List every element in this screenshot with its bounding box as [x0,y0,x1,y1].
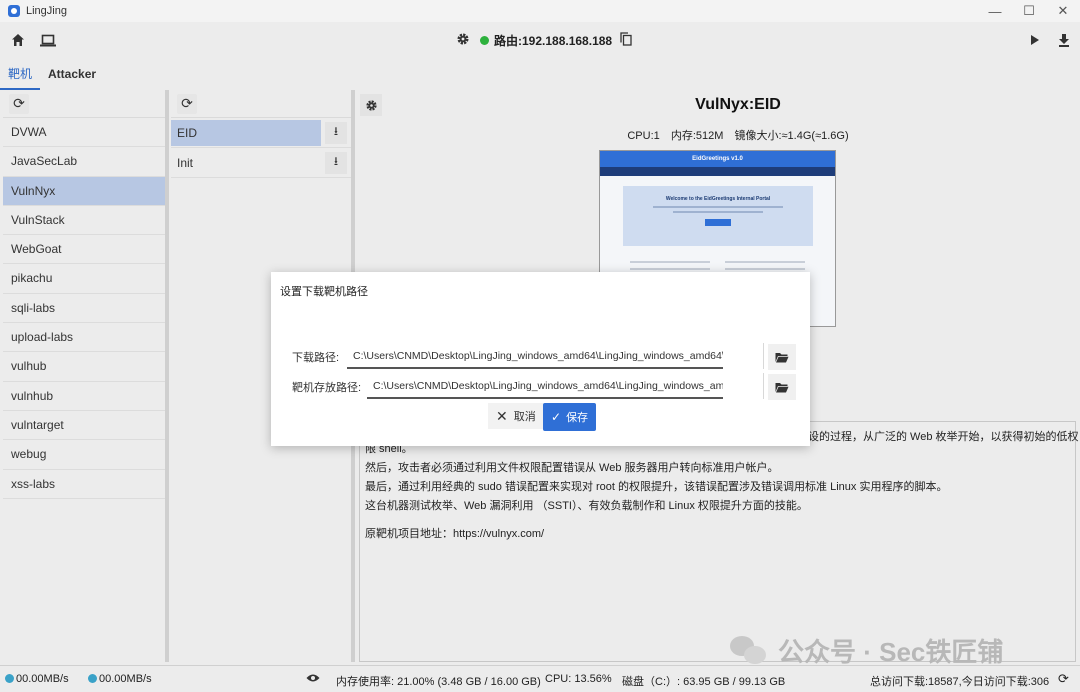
version-label: Init [177,155,194,170]
version-item[interactable]: Init ⭳ [171,148,351,178]
download-icon[interactable]: ⭳ [325,151,347,174]
visit-stats: 总访问下载:18587,今日访问下载:306 [870,676,1050,688]
title-bar: LingJing — ☐ ✕ [0,0,1080,22]
play-icon[interactable] [1026,31,1044,49]
project-url: 原靶机项目地址：https://vulnyx.com/ [365,528,545,540]
target-item[interactable]: JavaSecLab [3,147,165,177]
target-item[interactable]: pikachu [3,264,165,294]
download-path-input[interactable]: C:\Users\CNMD\Desktop\LingJing_windows_a… [347,345,723,369]
download-path-label: 下载路径: [292,352,340,364]
version-label: EID [171,119,321,146]
download-speed-icon [88,674,97,683]
save-button[interactable]: ✓ 保存 [543,403,597,431]
refresh-icon[interactable]: ⟳ [1058,671,1069,687]
tab-targets[interactable]: 靶机 [0,58,41,90]
description-line: 设的过程，从广泛的 Web 枚举开始，以获得初始的低权 [808,431,1079,443]
target-item[interactable]: upload-labs [3,323,165,353]
target-item[interactable]: xss-labs [3,470,165,499]
maximize-button[interactable]: ☐ [1012,0,1046,22]
gear-icon[interactable] [456,32,470,49]
download-path-row: 下载路径: C:\Users\CNMD\Desktop\LingJing_win… [271,343,810,370]
description-line: 然后，攻击者必须通过利用文件权限配置错误从 Web 服务器用户转向标准用户帐户。 [365,462,779,474]
target-list-panel: ⟳ DVWA JavaSecLab VulnNyx VulnStack WebGoat p… [3,90,165,662]
download-speed: 00.00MB/s [99,673,152,685]
status-dot-icon [480,35,489,45]
target-item[interactable]: webug [3,440,165,470]
target-list: DVWA JavaSecLab VulnNyx VulnStack WebGoat pik… [3,118,165,499]
close-icon: ✕ [496,407,508,424]
watermark-text: 公众号 · Sec铁匠铺 [778,637,1004,667]
folder-open-icon[interactable] [768,374,796,400]
version-item[interactable]: EID ⭳ [171,118,351,148]
target-item[interactable]: VulnStack [3,206,165,236]
target-item[interactable]: vulnhub [3,382,165,411]
cancel-button[interactable]: ✕ 取消 [488,403,544,429]
target-item[interactable]: vulhub [3,352,165,382]
toolbar: 路由:192.188.168.188 [0,22,1080,58]
target-item[interactable]: DVWA [3,118,165,148]
save-label: 保存 [566,412,589,424]
upload-icon [5,674,14,683]
eye-icon[interactable] [306,672,320,686]
preview-card-title: Welcome to the EidGreetings Internal Por… [665,196,771,202]
upload-speed: 00.00MB/s [16,673,69,685]
refresh-icon[interactable]: ⟳ [9,93,29,114]
folder-open-icon[interactable] [768,344,796,370]
app-logo-icon [8,5,20,17]
dialog-title: 设置下载靶机路径 [280,286,368,298]
preview-header: EidGreetings v1.0 [600,151,835,167]
download-icon[interactable] [1055,31,1073,49]
target-specs: CPU:1 内存:512M 镜像大小:≈1.4G(≈1.6G) [356,127,1080,143]
refresh-icon[interactable]: ⟳ [177,93,197,114]
status-bar: 00.00MB/s 00.00MB/s 内存使用率: 21.00% (3.48 … [0,665,1080,692]
storage-path-input[interactable]: C:\Users\CNMD\Desktop\LingJing_windows_a… [367,375,723,399]
tab-attacker[interactable]: Attacker [40,58,104,90]
description-line: 这台机器测试枚举、Web 漏洞利用 （SSTI）、有效负载制作和 Linux 权… [365,500,808,512]
main-tabs: 靶机 Attacker [0,58,1080,90]
home-icon[interactable] [9,31,27,49]
image-size-spec: 镜像大小:≈1.4G(≈1.6G) [734,130,849,142]
minimize-button[interactable]: — [978,0,1012,22]
app-title: LingJing [26,5,67,17]
target-title: VulNyx:EID [695,96,781,113]
route-indicator: 路由:192.188.168.188 [456,30,632,50]
download-icon[interactable]: ⭳ [325,121,347,144]
close-button[interactable]: ✕ [1046,0,1080,22]
storage-path-row: 靶机存放路径: C:\Users\CNMD\Desktop\LingJing_w… [271,373,810,400]
cpu-spec: CPU:1 [627,130,660,142]
watermark: 公众号 · Sec铁匠铺 [730,632,1003,669]
laptop-icon[interactable] [39,31,57,49]
target-description: 限 shell。 然后，攻击者必须通过利用文件权限配置错误从 Web 服务器用户… [359,421,1076,662]
description-line: 最后，通过利用经典的 sudo 错误配置来实现对 root 的权限提升，该错误配… [365,481,948,493]
target-item[interactable]: vulntarget [3,411,165,441]
memory-usage: 内存使用率: 21.00% (3.48 GB / 16.00 GB) [336,676,541,688]
cpu-usage: CPU: 13.56% [545,673,612,685]
disk-usage: 磁盘（C:）: 63.95 GB / 99.13 GB [622,676,786,688]
storage-path-label: 靶机存放路径: [292,382,362,394]
memory-spec: 内存:512M [670,130,724,142]
splitter[interactable] [165,90,169,662]
cancel-label: 取消 [513,411,536,423]
window-controls: — ☐ ✕ [978,0,1080,22]
wechat-icon [730,635,768,666]
target-item[interactable]: VulnNyx [3,176,165,206]
download-path-dialog: 设置下载靶机路径 下载路径: C:\Users\CNMD\Desktop\Lin… [271,272,810,446]
target-item[interactable]: WebGoat [3,235,165,265]
check-icon: ✓ [551,410,562,424]
target-item[interactable]: sqli-labs [3,294,165,324]
copy-icon[interactable] [620,31,632,49]
route-label: 路由:192.188.168.188 [494,33,613,48]
